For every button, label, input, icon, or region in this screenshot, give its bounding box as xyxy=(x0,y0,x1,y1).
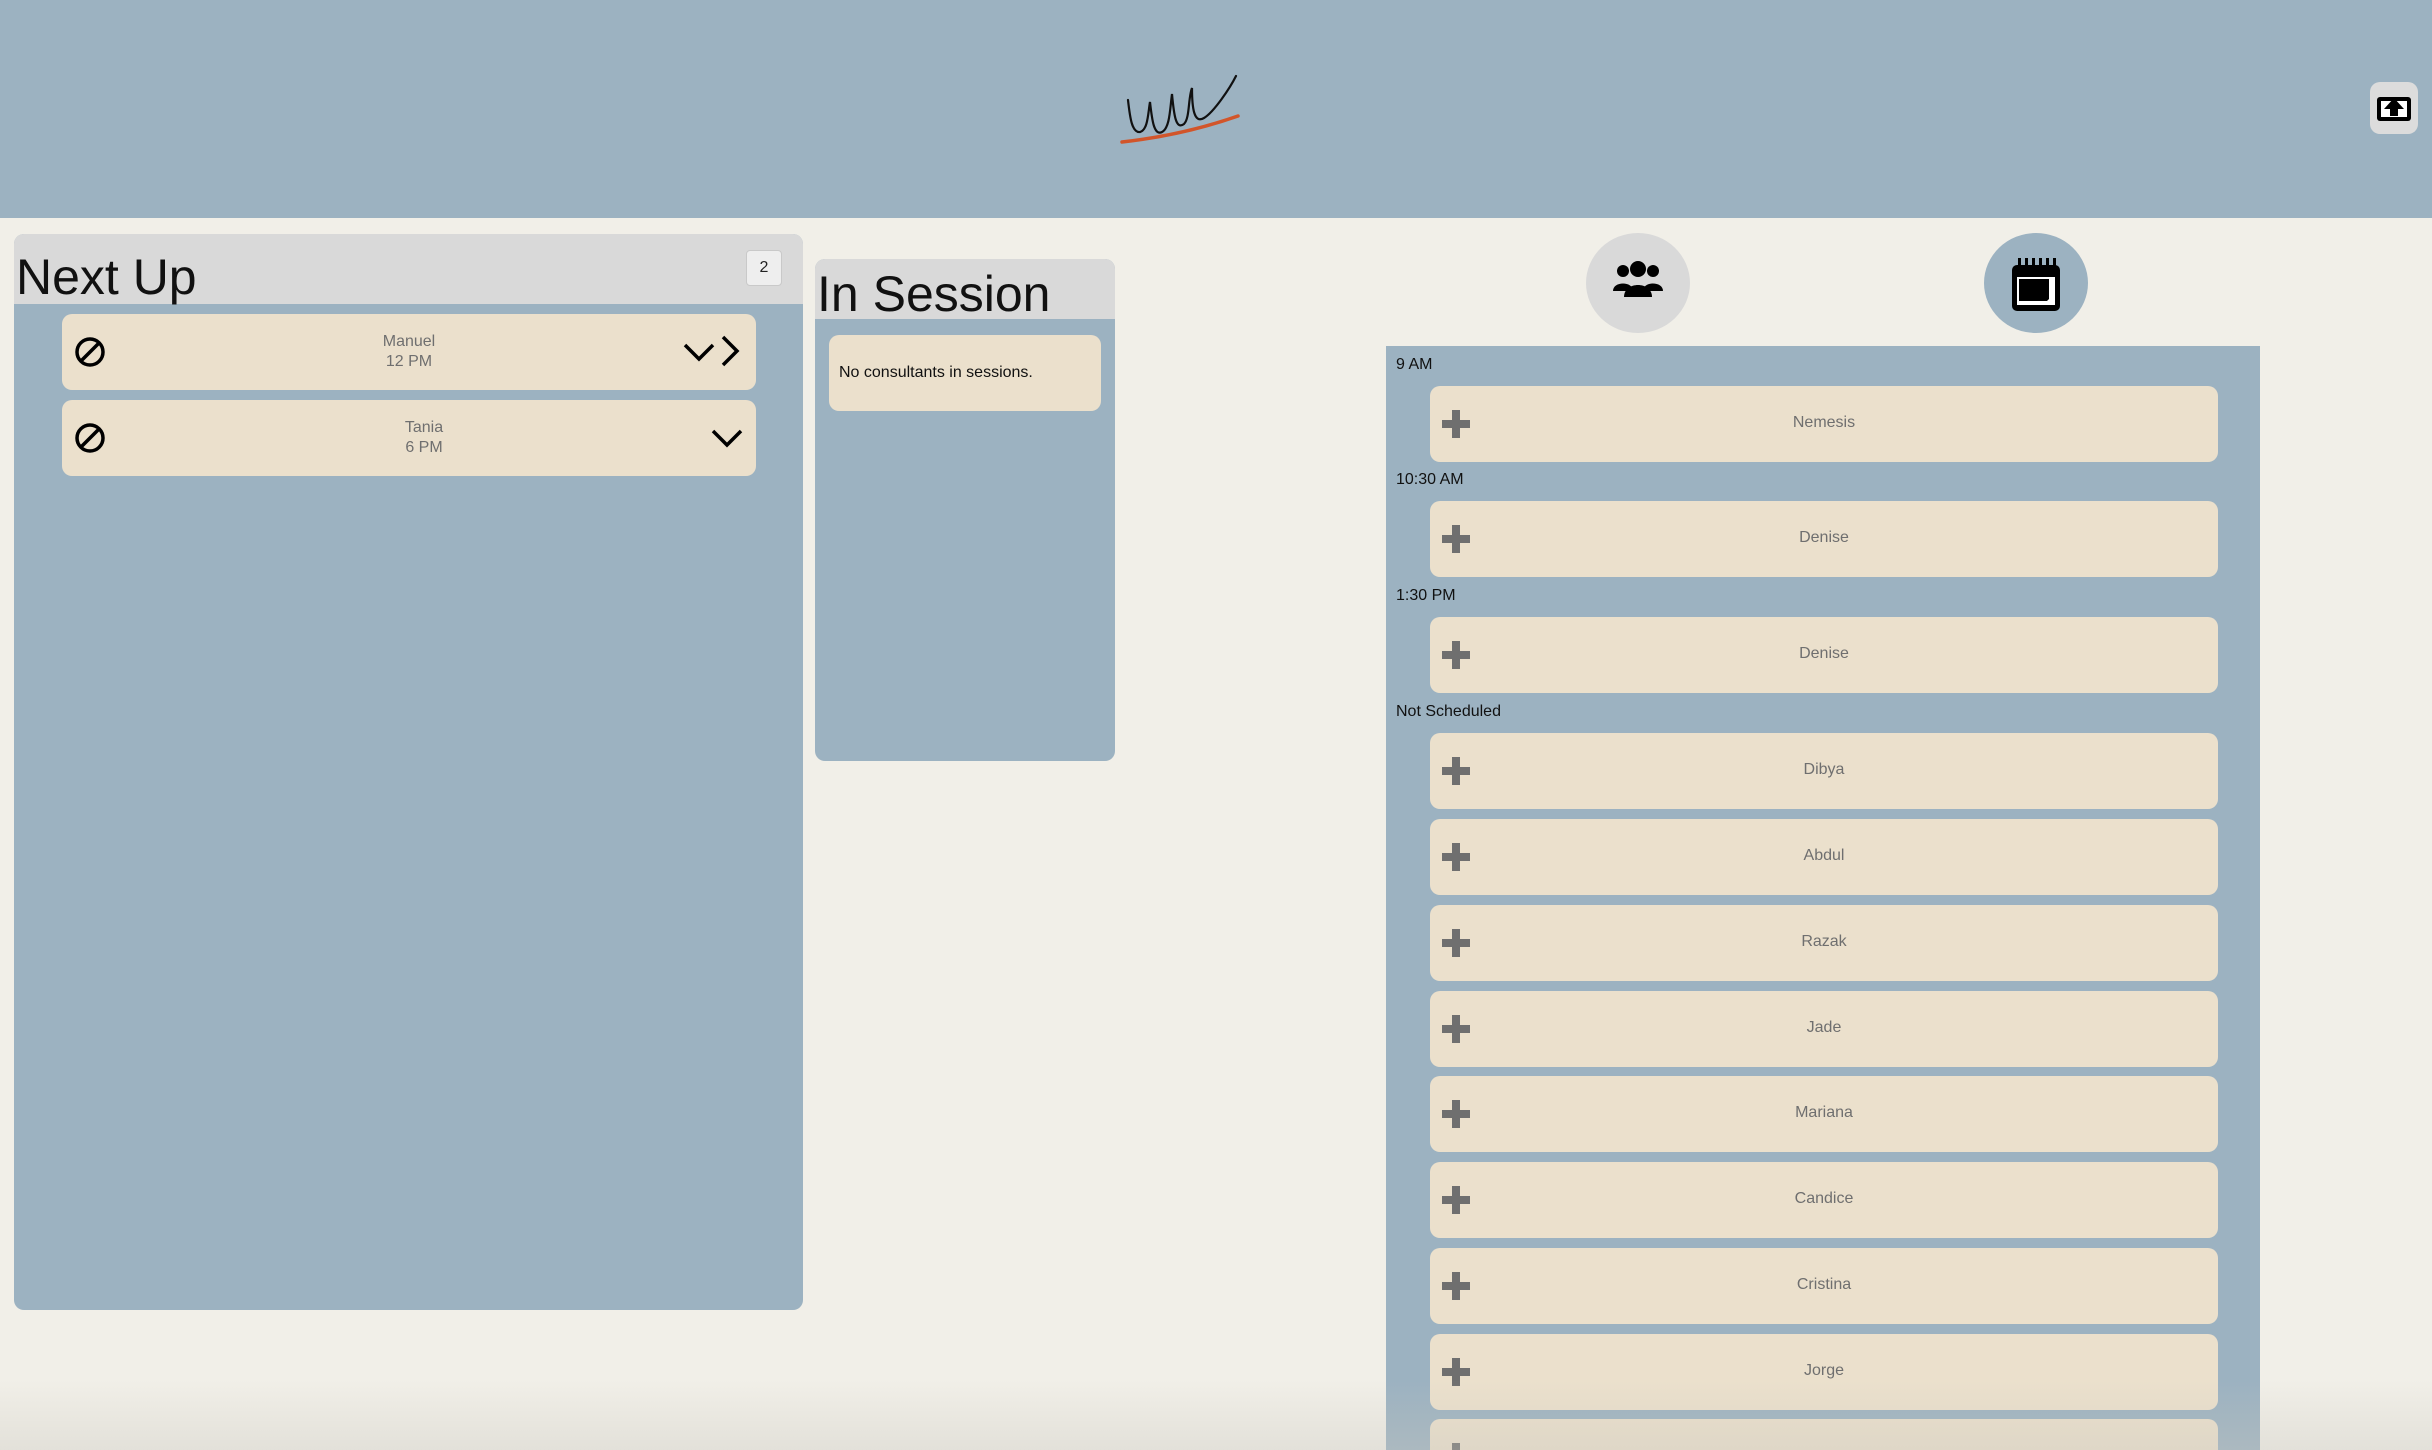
schedule-card[interactable]: Dibya xyxy=(1430,733,2218,809)
in-session-header: In Session xyxy=(815,259,1115,319)
users-icon xyxy=(1613,261,1663,297)
next-up-card-info: Tania 6 PM xyxy=(92,418,756,458)
schedule-card[interactable]: Abdul xyxy=(1430,819,2218,895)
exit-button[interactable] xyxy=(2370,82,2418,134)
schedule-card[interactable]: Denise xyxy=(1430,617,2218,693)
calendar-view-button[interactable] xyxy=(1984,233,2088,333)
schedule-card[interactable]: Candice xyxy=(1430,1162,2218,1238)
schedule-card[interactable]: Jade xyxy=(1430,991,2218,1067)
consultant-name: Jorge xyxy=(1803,1362,1845,1379)
next-up-card-info: Manuel 12 PM xyxy=(62,332,756,372)
team-view-button[interactable] xyxy=(1586,233,1690,333)
consultant-name: Cristina xyxy=(1796,1276,1852,1293)
chevron-down-icon[interactable] xyxy=(710,426,744,450)
schedule-card[interactable]: Cristina xyxy=(1430,1248,2218,1324)
consultant-name: Dibya xyxy=(1803,761,1845,778)
time-slot-label: 10:30 AM xyxy=(1396,471,1464,488)
consultant-name: Tania xyxy=(404,419,444,436)
next-up-panel: Next Up 2 Manuel 12 PM Tania 6 PM xyxy=(14,234,803,1310)
consultant-name: Manuel xyxy=(382,333,436,350)
wordmark-logo xyxy=(1120,74,1240,144)
schedule-list[interactable]: 9 AM Nemesis 10:30 AM Denise 1:30 PM Den… xyxy=(1386,346,2260,1450)
calendar-icon xyxy=(2012,258,2060,311)
consultant-name: Razak xyxy=(1801,933,1847,950)
next-up-count-badge: 2 xyxy=(746,250,782,286)
time-slot-label: 9 AM xyxy=(1396,356,1433,373)
next-up-card[interactable]: Tania 6 PM xyxy=(62,400,756,476)
consultant-name: Nemesis xyxy=(1792,414,1856,431)
chevron-down-icon[interactable] xyxy=(682,340,716,364)
appointment-time: 12 PM xyxy=(385,353,433,370)
consultant-name: Mariana xyxy=(1795,1104,1853,1121)
time-slot-label: Not Scheduled xyxy=(1396,703,1501,720)
schedule-card[interactable] xyxy=(1430,1419,2218,1450)
consultant-name: Denise xyxy=(1799,529,1849,546)
consultant-name: Denise xyxy=(1799,645,1849,662)
schedule-card[interactable]: Nemesis xyxy=(1430,386,2218,462)
schedule-card[interactable]: Razak xyxy=(1430,905,2218,981)
appointment-time: 6 PM xyxy=(405,439,443,456)
upload-exit-icon xyxy=(2377,97,2411,121)
time-slot-label: 1:30 PM xyxy=(1396,587,1456,604)
app-header xyxy=(0,0,2432,218)
consultant-name: Abdul xyxy=(1803,847,1845,864)
next-up-header: Next Up 2 xyxy=(14,234,803,304)
in-session-panel: In Session No consultants in sessions. xyxy=(815,259,1115,761)
plus-icon[interactable] xyxy=(1440,1441,1472,1450)
next-up-card[interactable]: Manuel 12 PM xyxy=(62,314,756,390)
schedule-card[interactable]: Mariana xyxy=(1430,1076,2218,1152)
in-session-empty-message: No consultants in sessions. xyxy=(829,335,1101,411)
chevron-right-icon[interactable] xyxy=(718,334,742,368)
consultant-name: Jade xyxy=(1806,1019,1842,1036)
in-session-title: In Session xyxy=(817,266,1051,322)
next-up-title: Next Up xyxy=(16,249,197,305)
schedule-card[interactable]: Jorge xyxy=(1430,1334,2218,1410)
consultant-name: Candice xyxy=(1794,1190,1854,1207)
schedule-card[interactable]: Denise xyxy=(1430,501,2218,577)
